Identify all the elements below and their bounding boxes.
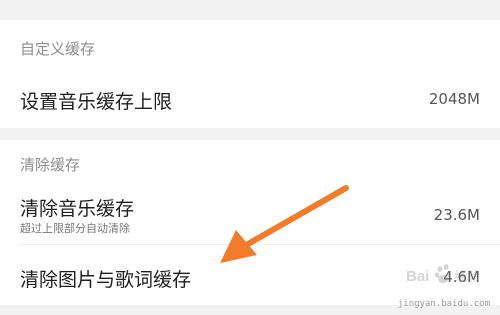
- row-value: 2048M: [428, 90, 480, 108]
- row-subtitle: 超过上限部分自动清除: [20, 222, 130, 235]
- row-title: 清除图片与歌词缓存: [20, 269, 192, 291]
- section-gap: [0, 0, 500, 20]
- section-header-clear-cache: 清除缓存: [20, 156, 81, 174]
- svg-text:经验: 经验: [454, 269, 480, 285]
- row-value: 23.6M: [433, 206, 480, 224]
- row-title: 设置音乐缓存上限: [20, 91, 173, 113]
- clear-music-cache-row[interactable]: 清除音乐缓存 超过上限部分自动清除 23.6M: [0, 186, 500, 244]
- section-gap: [0, 128, 500, 140]
- row-title: 清除音乐缓存: [20, 198, 135, 220]
- watermark-site: jingyan.baidu.com: [397, 299, 490, 309]
- baidu-watermark-logo: Bai 经验: [406, 264, 480, 285]
- set-music-cache-limit-row[interactable]: 设置音乐缓存上限 2048M: [0, 70, 500, 128]
- section-header-custom-cache: 自定义缓存: [20, 40, 96, 58]
- svg-text:Bai: Bai: [406, 268, 429, 285]
